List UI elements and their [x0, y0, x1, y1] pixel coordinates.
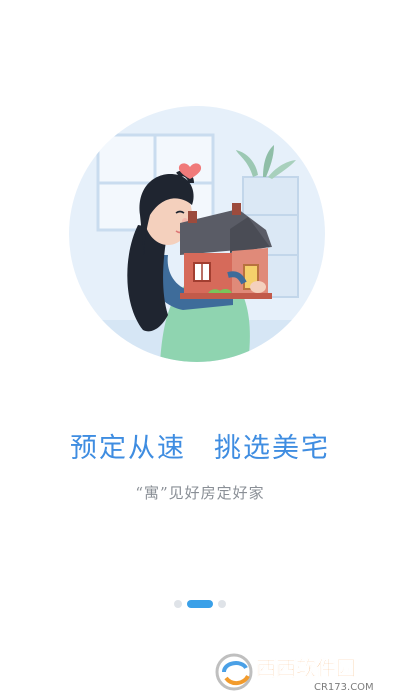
pagination-dot-active[interactable] [187, 600, 213, 608]
watermark: 西西软件园 CR173.COM [215, 653, 374, 693]
headline-right: 挑选美宅 [214, 433, 330, 464]
pagination-dot[interactable] [174, 600, 182, 608]
onboarding-headline: 预定从速 挑选美宅 [0, 426, 400, 465]
watermark-url: CR173.COM [314, 682, 374, 693]
pagination-dot[interactable] [218, 600, 226, 608]
onboarding-subline: “寓”见好房定好家 [135, 484, 265, 502]
watermark-brand: 西西软件园 [256, 656, 356, 680]
headline-left: 预定从速 [70, 433, 186, 464]
cr173-logo-icon [215, 653, 253, 691]
pagination-indicator [0, 599, 400, 609]
onboarding-screen: 预定从速 挑选美宅 “寓”见好房定好家 西西软件园 CR173.COM [0, 0, 400, 700]
onboarding-illustration [69, 106, 325, 362]
